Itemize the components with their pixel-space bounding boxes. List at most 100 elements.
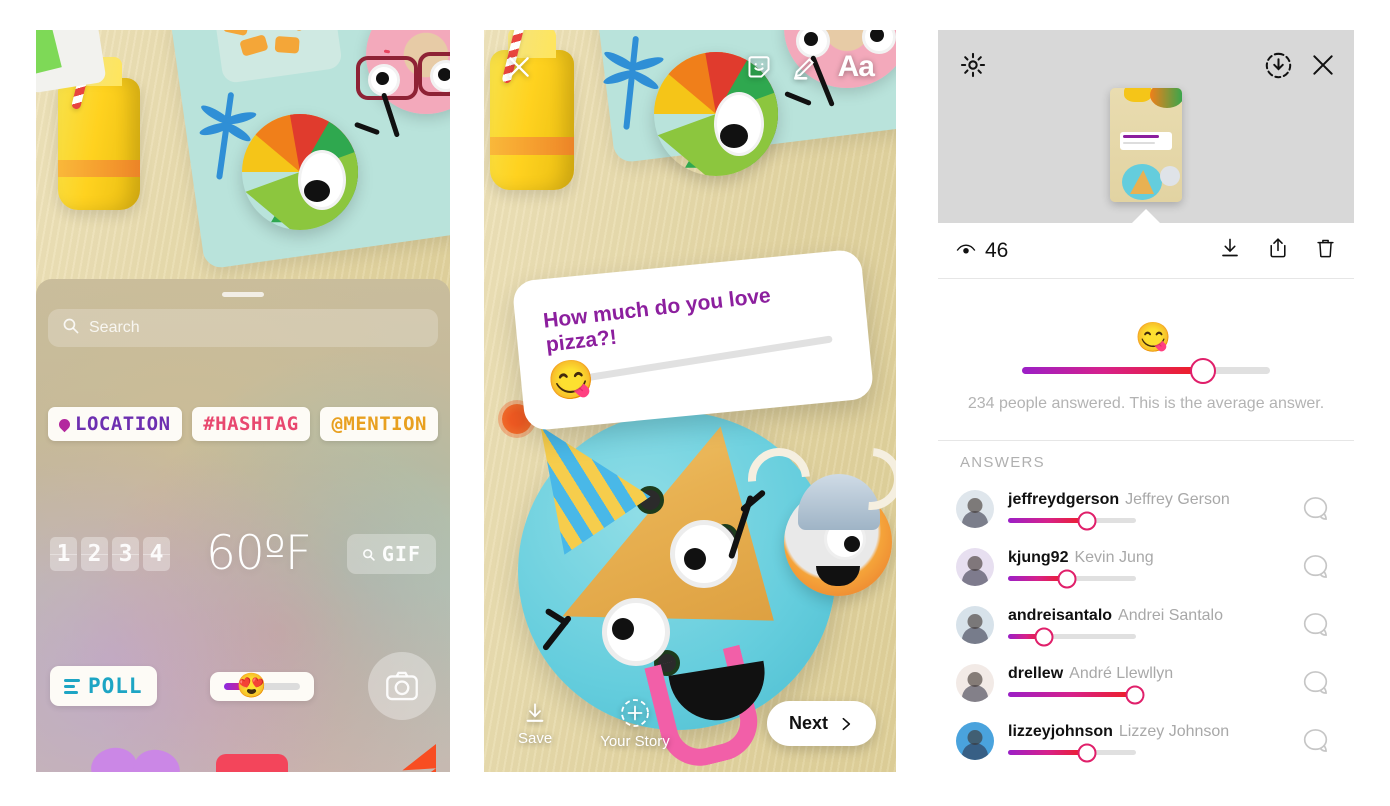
answer-slider-track <box>1008 627 1136 646</box>
editor-toolbar-right: Aa <box>746 50 875 84</box>
avatar[interactable] <box>956 490 994 528</box>
search-input[interactable]: Search <box>48 309 438 347</box>
avatar[interactable] <box>956 606 994 644</box>
sticker-gif[interactable]: GIF <box>346 533 436 574</box>
reply-button[interactable] <box>1302 495 1336 527</box>
answer-fullname: Jeffrey Gerson <box>1125 491 1230 508</box>
result-knob <box>1190 357 1217 384</box>
sticker-emoji-slider[interactable]: 😍 <box>210 671 315 701</box>
answer-main: drellew André Llewllyn <box>994 659 1302 704</box>
close-icon[interactable] <box>506 54 532 80</box>
slider-emoji-thumb[interactable]: 😋 <box>545 357 596 405</box>
sticker-row-tags: LOCATION #HASHTAG @MENTION <box>48 407 438 441</box>
download-circle-icon[interactable] <box>1265 52 1292 84</box>
sticker-gif-label: GIF <box>381 541 421 566</box>
sticker-row-bottom-partial <box>36 726 450 772</box>
answer-fullname: André Llewllyn <box>1069 665 1174 682</box>
answer-main: kjung92 Kevin Jung <box>994 543 1302 588</box>
story-thumbnail[interactable] <box>1110 88 1182 202</box>
answer-slider-knob <box>1034 627 1054 646</box>
answers-list[interactable]: jeffreydgerson Jeffrey Gerson kjung92 Kevin… <box>938 485 1354 772</box>
sticker-temperature[interactable]: 60ºF <box>206 526 312 581</box>
answer-slider-track <box>1008 743 1136 762</box>
camera-icon[interactable] <box>367 652 436 720</box>
countdown-digit: 4 <box>143 536 170 571</box>
emoji-slider-thumb[interactable]: 😍 <box>237 672 267 701</box>
sheet-grabber[interactable] <box>222 292 264 297</box>
answer-fullname: Kevin Jung <box>1074 549 1154 566</box>
views-count-group[interactable]: 46 <box>956 239 1008 263</box>
answer-slider-knob <box>1077 511 1097 530</box>
avatar[interactable] <box>956 722 994 760</box>
answer-fullname: Lizzey Johnson <box>1118 723 1230 740</box>
eye-icon <box>956 239 976 263</box>
delete-button[interactable] <box>1315 236 1336 265</box>
answer-username[interactable]: jeffreydgerson <box>1008 491 1119 508</box>
answer-name-line: jeffreydgerson Jeffrey Gerson <box>1008 491 1302 509</box>
doodle-pupil-left <box>376 72 389 85</box>
answer-fullname: Andrei Santalo <box>1118 607 1223 624</box>
answer-row[interactable]: lizzeyjohnson Lizzey Johnson <box>938 717 1354 772</box>
sticker-mention-label: @MENTION <box>331 413 427 435</box>
reply-button[interactable] <box>1302 553 1336 585</box>
sticker-partial-red[interactable] <box>216 754 288 772</box>
reply-button[interactable] <box>1302 611 1336 643</box>
sticker-partial-purple-2[interactable] <box>130 745 184 772</box>
reply-button[interactable] <box>1302 727 1336 759</box>
ball-pupil <box>304 180 330 202</box>
draw-pen-icon[interactable] <box>792 54 818 80</box>
text-tool[interactable]: Aa <box>838 50 875 84</box>
answer-username[interactable]: drellew <box>1008 665 1063 682</box>
sticker-partial-orange[interactable] <box>402 744 436 772</box>
reply-button[interactable] <box>1302 669 1336 701</box>
avatar[interactable] <box>956 664 994 702</box>
answer-row[interactable]: drellew André Llewllyn <box>938 659 1354 717</box>
answer-username[interactable]: lizzeyjohnson <box>1008 723 1113 740</box>
add-circle-icon <box>621 699 649 727</box>
thumbnail-caret <box>1132 209 1160 223</box>
download-button[interactable] <box>1219 236 1241 265</box>
sticker-location[interactable]: LOCATION <box>48 407 182 441</box>
gear-icon[interactable] <box>960 52 986 83</box>
pizza-pupil-lower <box>612 618 634 640</box>
your-story-button[interactable]: Your Story <box>600 698 670 750</box>
answer-name-line: lizzeyjohnson Lizzey Johnson <box>1008 723 1302 741</box>
answer-name-line: andreisantalo Andrei Santalo <box>1008 607 1302 625</box>
next-button[interactable]: Next <box>766 701 876 746</box>
save-label: Save <box>518 730 553 747</box>
share-button[interactable] <box>1267 236 1289 265</box>
answer-slider-knob <box>1077 743 1097 762</box>
chevron-right-icon <box>842 717 851 730</box>
answer-slider-fill <box>1008 518 1088 523</box>
average-answer-result: 😋 234 people answered. This is the avera… <box>938 279 1354 441</box>
location-pin-icon <box>56 416 73 432</box>
save-button[interactable]: Save <box>518 701 552 747</box>
ball-pupil <box>720 124 748 148</box>
screenshot-root: Search LOCATION #HASHTAG @MENTION 1 2 3 … <box>0 0 1390 806</box>
close-icon[interactable] <box>1310 52 1336 83</box>
sticker-row-two: 1 2 3 4 60ºF GIF <box>50 526 436 581</box>
answer-name-line: drellew André Llewllyn <box>1008 665 1302 683</box>
answer-row[interactable]: jeffreydgerson Jeffrey Gerson <box>938 485 1354 543</box>
result-fill <box>1022 367 1204 374</box>
search-placeholder: Search <box>89 319 140 336</box>
answer-username[interactable]: kjung92 <box>1008 549 1068 566</box>
phone-panel-sticker-tray: Search LOCATION #HASHTAG @MENTION 1 2 3 … <box>36 30 450 772</box>
answer-row[interactable]: andreisantalo Andrei Santalo <box>938 601 1354 659</box>
phone-panel-insights: 46 😋 234 people answered. This is the av… <box>938 30 1354 772</box>
editor-bottom-bar: Save Your Story Next <box>484 676 896 772</box>
sticker-poll[interactable]: POLL <box>50 666 157 706</box>
answer-row[interactable]: kjung92 Kevin Jung <box>938 543 1354 601</box>
sticker-countdown[interactable]: 1 2 3 4 <box>50 536 170 571</box>
sticker-hashtag[interactable]: #HASHTAG <box>192 407 310 441</box>
doodle-pupil-right <box>438 68 450 81</box>
sticker-hashtag-label: #HASHTAG <box>203 413 299 435</box>
search-icon <box>362 542 375 566</box>
answer-slider-track <box>1008 511 1136 530</box>
sticker-mention[interactable]: @MENTION <box>320 407 438 441</box>
editor-toolbar: Aa <box>484 30 896 104</box>
avatar[interactable] <box>956 548 994 586</box>
answer-username[interactable]: andreisantalo <box>1008 607 1112 624</box>
result-track <box>1022 357 1270 384</box>
sticker-icon[interactable] <box>746 54 772 80</box>
